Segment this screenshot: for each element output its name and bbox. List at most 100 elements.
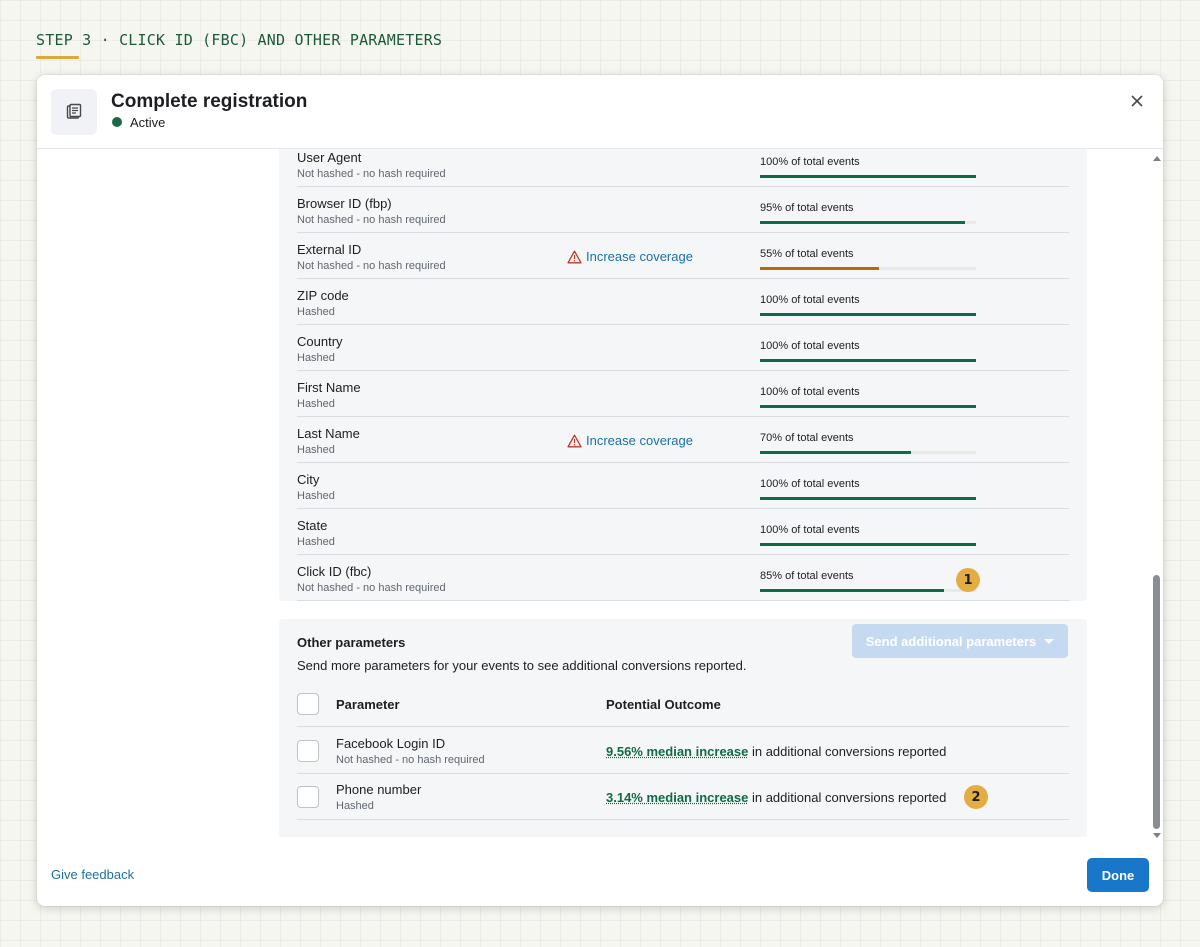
coverage-percent-label: 100% of total events [760, 294, 860, 306]
coverage-bar [760, 359, 976, 362]
median-increase-link[interactable]: 9.56% median increase [606, 744, 748, 759]
coverage-percent-label: 70% of total events [760, 432, 854, 444]
parameter-name: Browser ID (fbp) [297, 196, 392, 211]
parameter-hash-status: Hashed [297, 306, 335, 318]
parameter-name: Phone number [336, 782, 422, 797]
parameter-hash-status: Hashed [297, 536, 335, 548]
median-increase-link[interactable]: 3.14% median increase [606, 790, 748, 805]
scrollbar[interactable] [1151, 149, 1163, 847]
annotation-badge-1: 1 [956, 568, 980, 592]
modal-header: Complete registration Active [37, 75, 1163, 149]
parameter-name: Last Name [297, 426, 360, 441]
parameter-hash-status: Not hashed - no hash required [336, 754, 485, 766]
parameter-row: Click ID (fbc) Not hashed - no hash requi… [297, 555, 1069, 601]
coverage-bar [760, 543, 976, 546]
parameter-hash-status: Not hashed - no hash required [297, 214, 446, 226]
increase-coverage-label: Increase coverage [586, 433, 693, 448]
coverage-bar [760, 405, 976, 408]
coverage-percent-label: 95% of total events [760, 202, 854, 214]
parameter-hash-status: Not hashed - no hash required [297, 168, 446, 180]
coverage-bar [760, 221, 976, 224]
coverage-bar-fill [760, 543, 976, 546]
close-icon [1131, 95, 1143, 107]
outcome-suffix: in additional conversions reported [748, 790, 947, 805]
column-header-parameter: Parameter [336, 697, 400, 712]
parameter-row: User Agent Not hashed - no hash required 1… [297, 149, 1069, 187]
step-underline [36, 56, 79, 59]
caret-down-icon [1044, 638, 1055, 644]
coverage-bar [760, 589, 976, 592]
coverage-bar [760, 497, 976, 500]
step-label: STEP 3 · CLICK ID (FBC) AND OTHER PARAME… [36, 31, 443, 49]
parameters-card: User Agent Not hashed - no hash required 1… [279, 149, 1087, 601]
column-header-outcome: Potential Outcome [606, 697, 721, 712]
select-all-checkbox[interactable] [297, 693, 319, 715]
scroll-down-arrow-icon[interactable] [1153, 833, 1161, 838]
row-checkbox[interactable] [297, 740, 319, 762]
outcome-suffix: in additional conversions reported [748, 744, 947, 759]
scrollbar-thumb[interactable] [1153, 575, 1160, 829]
parameter-row: Last Name Hashed Increase coverage 70% of t… [297, 417, 1069, 463]
parameter-name: User Agent [297, 150, 362, 165]
status-text: Active [130, 115, 166, 130]
coverage-percent-label: 100% of total events [760, 386, 860, 398]
parameter-hash-status: Not hashed - no hash required [297, 260, 446, 272]
coverage-bar-fill [760, 267, 879, 270]
modal-title: Complete registration [111, 91, 308, 112]
increase-coverage-link[interactable]: Increase coverage [567, 249, 693, 264]
coverage-percent-label: 100% of total events [760, 478, 860, 490]
parameter-hash-status: Hashed [297, 352, 335, 364]
other-parameters-title: Other parameters [297, 635, 406, 650]
parameter-row: State Hashed 100% of total events [297, 509, 1069, 555]
event-page-icon [51, 89, 97, 135]
parameter-hash-status: Hashed [297, 398, 335, 410]
coverage-percent-label: 85% of total events [760, 570, 854, 582]
coverage-bar-fill [760, 313, 976, 316]
give-feedback-link[interactable]: Give feedback [51, 867, 134, 882]
parameter-row: City Hashed 100% of total events [297, 463, 1069, 509]
parameter-row: First Name Hashed 100% of total events [297, 371, 1069, 417]
parameter-hash-status: Hashed [336, 800, 374, 812]
parameter-name: Facebook Login ID [336, 736, 446, 751]
parameter-name: Country [297, 334, 343, 349]
potential-outcome: 3.14% median increase in additional conv… [606, 790, 946, 805]
annotation-badge-2: 2 [964, 785, 988, 809]
increase-coverage-link[interactable]: Increase coverage [567, 433, 693, 448]
close-button[interactable] [1125, 89, 1149, 113]
parameter-hash-status: Hashed [297, 444, 335, 456]
parameter-row: Country Hashed 100% of total events [297, 325, 1069, 371]
coverage-percent-label: 100% of total events [760, 340, 860, 352]
coverage-bar [760, 267, 976, 270]
coverage-bar-fill [760, 589, 944, 592]
potential-outcome: 9.56% median increase in additional conv… [606, 744, 946, 759]
parameter-hash-status: Hashed [297, 490, 335, 502]
coverage-bar [760, 313, 976, 316]
table-header-row: Parameter Potential Outcome [297, 681, 1069, 727]
coverage-bar [760, 175, 976, 178]
status-dot [112, 117, 122, 127]
parameter-name: External ID [297, 242, 362, 257]
warning-triangle-icon [567, 250, 582, 263]
coverage-percent-label: 100% of total events [760, 156, 860, 168]
other-parameters-description: Send more parameters for your events to … [297, 658, 747, 673]
coverage-bar-fill [760, 359, 976, 362]
row-checkbox[interactable] [297, 786, 319, 808]
coverage-bar [760, 451, 976, 454]
parameter-name: ZIP code [297, 288, 349, 303]
done-button[interactable]: Done [1087, 858, 1149, 892]
parameter-row: Browser ID (fbp) Not hashed - no hash req… [297, 187, 1069, 233]
table-row: Phone number Hashed 3.14% median increas… [297, 774, 1069, 820]
coverage-percent-label: 100% of total events [760, 524, 860, 536]
coverage-percent-label: 55% of total events [760, 248, 854, 260]
send-button-label: Send additional parameters [865, 633, 1037, 649]
coverage-bar-fill [760, 175, 976, 178]
warning-triangle-icon [567, 434, 582, 447]
other-parameters-card: Other parameters Send more parameters fo… [279, 619, 1087, 837]
scroll-up-arrow-icon[interactable] [1153, 156, 1161, 161]
send-additional-parameters-button[interactable]: Send additional parameters [852, 624, 1068, 658]
parameter-hash-status: Not hashed - no hash required [297, 582, 446, 594]
coverage-bar-fill [760, 451, 911, 454]
modal-scroll-area[interactable]: User Agent Not hashed - no hash required 1… [37, 149, 1163, 837]
parameter-row: External ID Not hashed - no hash required… [297, 233, 1069, 279]
coverage-bar-fill [760, 405, 976, 408]
